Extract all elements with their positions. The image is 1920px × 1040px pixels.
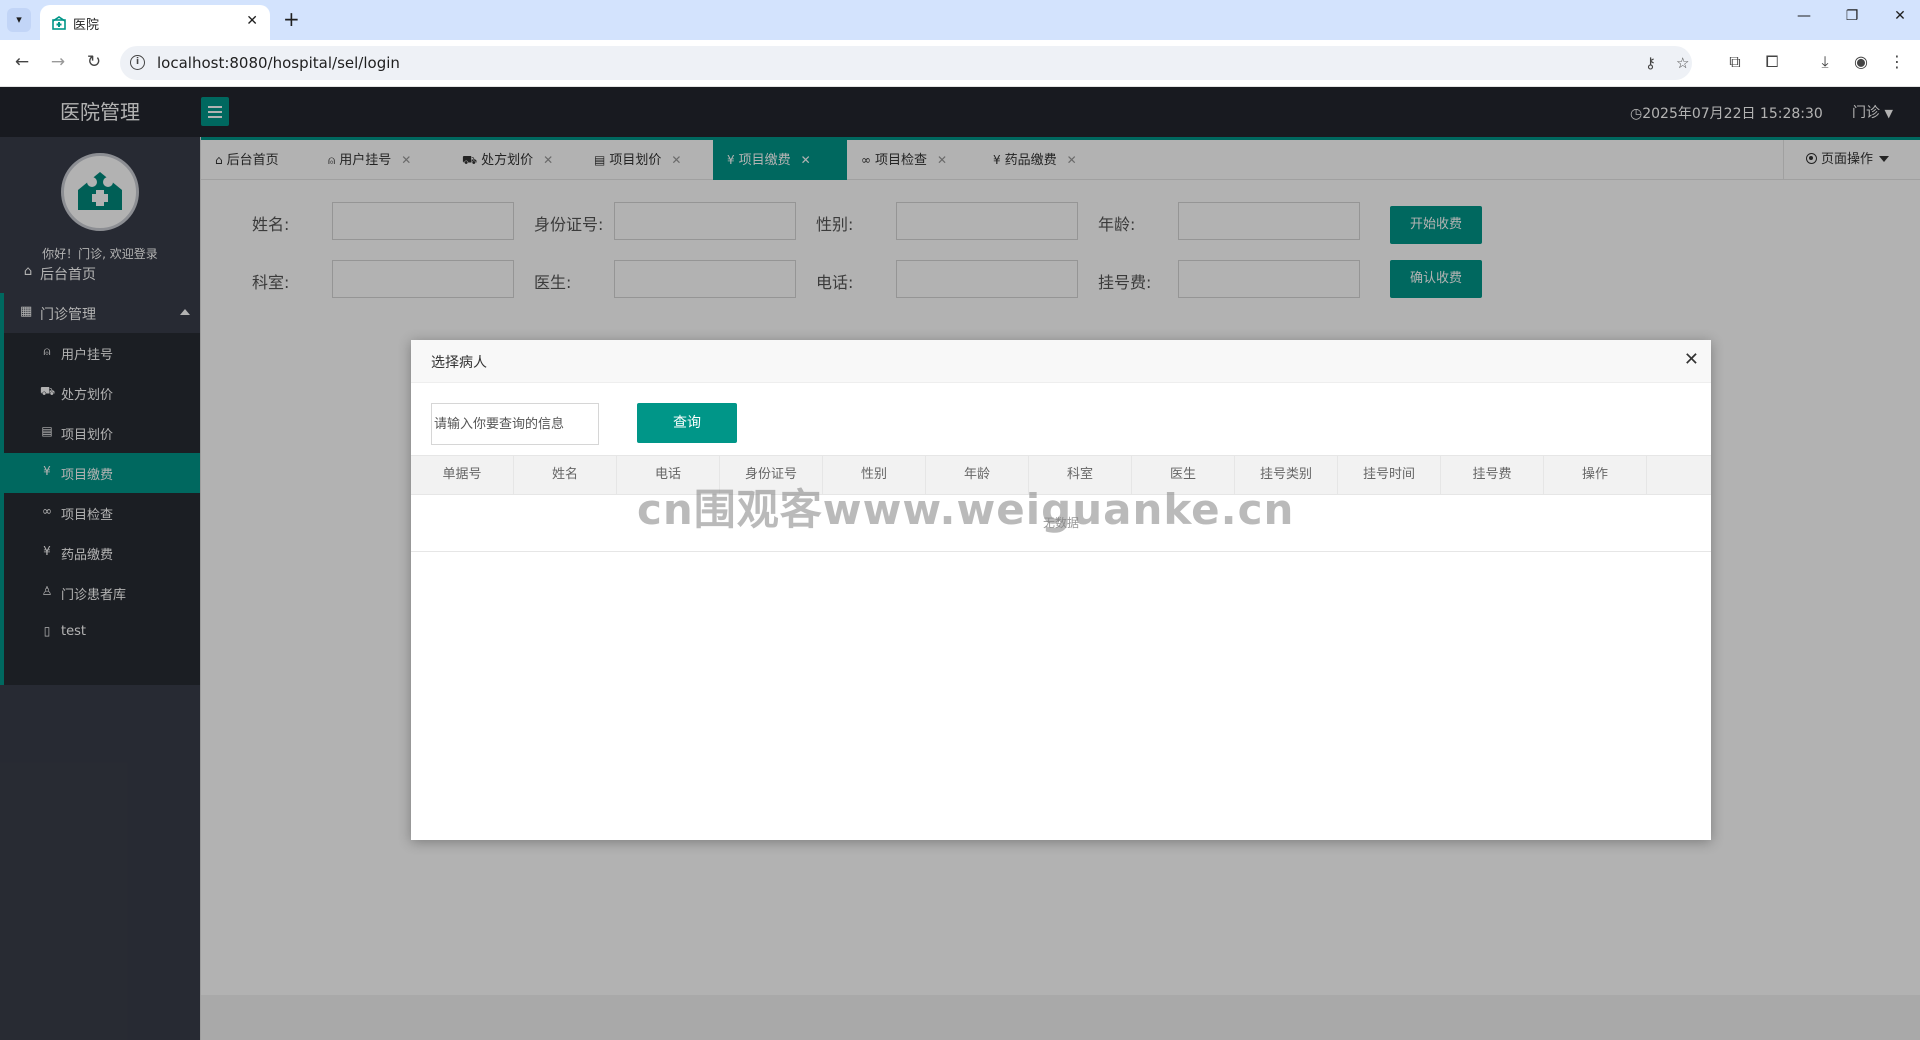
address-bar[interactable]: i localhost:8080/hospital/sel/login ⚷ ☆ (120, 46, 1692, 80)
minimize-icon[interactable]: — (1792, 8, 1816, 24)
hospital-favicon-icon (52, 16, 66, 30)
back-icon[interactable]: ← (10, 50, 34, 74)
profile-icon[interactable]: ◉ (1850, 52, 1872, 71)
close-icon[interactable]: ✕ (1684, 349, 1699, 370)
reload-icon[interactable]: ↻ (82, 50, 106, 74)
screenshot-icon[interactable]: ⧉ (1724, 52, 1746, 72)
restore-icon[interactable]: ❐ (1840, 8, 1864, 24)
patient-search-input[interactable] (431, 403, 599, 445)
more-menu-icon[interactable]: ⋮ (1886, 52, 1908, 71)
browser-tab[interactable]: 医院 ✕ (40, 5, 270, 40)
column-header[interactable]: 姓名 (514, 456, 617, 494)
forward-icon[interactable]: → (46, 50, 70, 74)
browser-tab-title: 医院 (73, 18, 100, 33)
tab-search-button[interactable]: ▾ (7, 8, 31, 32)
select-patient-dialog: 选择病人 ✕ 查询 单据号 姓名 电话 身份证号 性别 年龄 科室 医生 挂号类… (411, 340, 1711, 840)
dialog-title: 选择病人 (431, 355, 487, 371)
new-tab-icon[interactable]: + (283, 7, 300, 31)
url-text[interactable]: localhost:8080/hospital/sel/login (157, 54, 400, 72)
download-icon[interactable]: ⤓ (1814, 52, 1836, 72)
column-header[interactable]: 单据号 (411, 456, 514, 494)
search-button[interactable]: 查询 (637, 403, 737, 443)
password-key-icon[interactable]: ⚷ (1645, 54, 1656, 72)
dialog-header: 选择病人 ✕ (411, 340, 1711, 383)
column-header[interactable]: 挂号时间 (1338, 456, 1441, 494)
window-close-icon[interactable]: ✕ (1888, 8, 1912, 24)
close-tab-icon[interactable]: ✕ (246, 13, 258, 29)
site-info-icon[interactable]: i (130, 55, 145, 70)
extensions-icon[interactable]: ⧠ (1761, 52, 1783, 72)
watermark: cn围观客www.weiguanke.cn (637, 485, 1295, 534)
browser-toolbar: ← → ↻ i localhost:8080/hospital/sel/logi… (0, 40, 1920, 87)
column-header[interactable]: 操作 (1544, 456, 1647, 494)
column-header[interactable]: 挂号费 (1441, 456, 1544, 494)
browser-tabstrip: ▾ 医院 ✕ + — ❐ ✕ (0, 0, 1920, 40)
bookmark-star-icon[interactable]: ☆ (1676, 54, 1689, 72)
